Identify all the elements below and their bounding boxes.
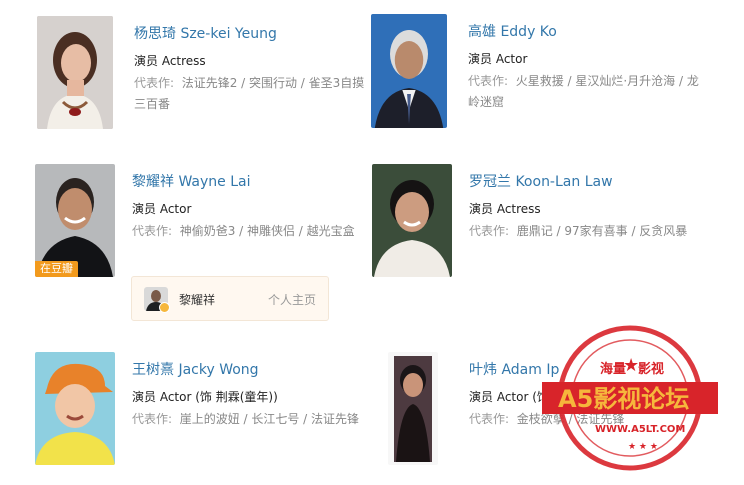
representative-works: 代表作: 鹿鼎记 / 97家有喜事 / 反贪风暴 bbox=[469, 221, 709, 242]
actor-info: 高雄 Eddy Ko 演员 Actor 代表作: 火星救援 / 星汉灿烂·月升沧… bbox=[468, 14, 708, 113]
actor-name-link[interactable]: 罗冠兰 Koon-Lan Law bbox=[469, 172, 709, 192]
actor-name-link[interactable]: 黎耀祥 Wayne Lai bbox=[132, 172, 372, 192]
cast-card: 高雄 Eddy Ko 演员 Actor 代表作: 火星救援 / 星汉灿烂·月升沧… bbox=[371, 14, 711, 144]
verified-icon bbox=[159, 302, 170, 313]
actor-info: 黎耀祥 Wayne Lai 演员 Actor 代表作: 神偷奶爸3 / 神雕侠侣… bbox=[132, 164, 372, 242]
works-list: 鹿鼎记 / 97家有喜事 / 反贪风暴 bbox=[516, 224, 688, 238]
actor-photo-image bbox=[35, 352, 115, 465]
works-list: 崖上的波妞 / 长江七号 / 法证先锋 bbox=[179, 412, 360, 426]
actor-photo-image bbox=[37, 16, 113, 129]
actor-info: 王树熹 Jacky Wong 演员 Actor (饰 荆霖(童年)) 代表作: … bbox=[132, 352, 372, 430]
actor-role: 演员 Actress bbox=[469, 202, 541, 216]
actor-role: 演员 Actor bbox=[132, 202, 192, 216]
cast-card: 杨思琦 Sze-kei Yeung 演员 Actress 代表作: 法证先锋2 … bbox=[37, 16, 377, 146]
actor-photo-image bbox=[388, 352, 438, 465]
actor-role: 演员 Actress bbox=[134, 54, 206, 68]
actor-hover-card[interactable]: 黎耀祥 个人主页 bbox=[131, 276, 329, 321]
actor-name-link[interactable]: 叶炜 Adam Ip bbox=[469, 360, 709, 380]
actor-name-link[interactable]: 王树熹 Jacky Wong bbox=[132, 360, 372, 380]
popover-actor-name: 黎耀祥 bbox=[179, 293, 216, 307]
actor-role: 演员 Actor bbox=[468, 52, 528, 66]
personal-homepage-link[interactable]: 个人主页 bbox=[268, 291, 316, 308]
actor-info: 杨思琦 Sze-kei Yeung 演员 Actress 代表作: 法证先锋2 … bbox=[134, 16, 374, 115]
works-label: 代表作: bbox=[468, 74, 509, 88]
works-label: 代表作: bbox=[469, 412, 510, 426]
actor-photo[interactable]: 在豆瓣 bbox=[35, 164, 115, 277]
works-label: 代表作: bbox=[134, 76, 175, 90]
actor-photo[interactable] bbox=[35, 352, 115, 465]
works-label: 代表作: bbox=[132, 224, 173, 238]
actor-photo[interactable] bbox=[388, 352, 438, 465]
representative-works: 代表作: 金枝欲孽 / 法证先锋 bbox=[469, 409, 709, 430]
representative-works: 代表作: 火星救援 / 星汉灿烂·月升沧海 / 龙岭迷窟 bbox=[468, 71, 708, 113]
cast-card: 王树熹 Jacky Wong 演员 Actor (饰 荆霖(童年)) 代表作: … bbox=[35, 352, 375, 482]
actor-photo[interactable] bbox=[37, 16, 113, 129]
actor-name-link[interactable]: 杨思琦 Sze-kei Yeung bbox=[134, 24, 374, 44]
representative-works: 代表作: 崖上的波妞 / 长江七号 / 法证先锋 bbox=[132, 409, 372, 430]
cast-card: 罗冠兰 Koon-Lan Law 演员 Actress 代表作: 鹿鼎记 / 9… bbox=[372, 164, 712, 294]
cast-card: 叶炜 Adam Ip 演员 Actor (饰 天山派弟子) 代表作: 金枝欲孽 … bbox=[372, 352, 712, 482]
actor-photo[interactable] bbox=[372, 164, 452, 277]
works-list: 金枝欲孽 / 法证先锋 bbox=[516, 412, 625, 426]
actor-role: 演员 Actor (饰 天山派弟子) bbox=[469, 390, 618, 404]
actor-info: 罗冠兰 Koon-Lan Law 演员 Actress 代表作: 鹿鼎记 / 9… bbox=[469, 164, 709, 242]
actor-info: 叶炜 Adam Ip 演员 Actor (饰 天山派弟子) 代表作: 金枝欲孽 … bbox=[469, 352, 709, 430]
actor-role: 演员 Actor (饰 荆霖(童年)) bbox=[132, 390, 278, 404]
actor-photo[interactable] bbox=[371, 14, 447, 128]
on-douban-badge[interactable]: 在豆瓣 bbox=[35, 261, 78, 277]
works-label: 代表作: bbox=[132, 412, 173, 426]
representative-works: 代表作: 法证先锋2 / 突围行动 / 雀圣3自摸三百番 bbox=[134, 73, 374, 115]
actor-name-link[interactable]: 高雄 Eddy Ko bbox=[468, 22, 708, 42]
works-list: 神偷奶爸3 / 神雕侠侣 / 越光宝盒 bbox=[179, 224, 355, 238]
actor-photo-image bbox=[371, 14, 447, 128]
actor-photo-image bbox=[372, 164, 452, 277]
works-label: 代表作: bbox=[469, 224, 510, 238]
representative-works: 代表作: 神偷奶爸3 / 神雕侠侣 / 越光宝盒 bbox=[132, 221, 372, 242]
cast-card: 在豆瓣 黎耀祥 Wayne Lai 演员 Actor 代表作: 神偷奶爸3 / … bbox=[35, 164, 375, 294]
